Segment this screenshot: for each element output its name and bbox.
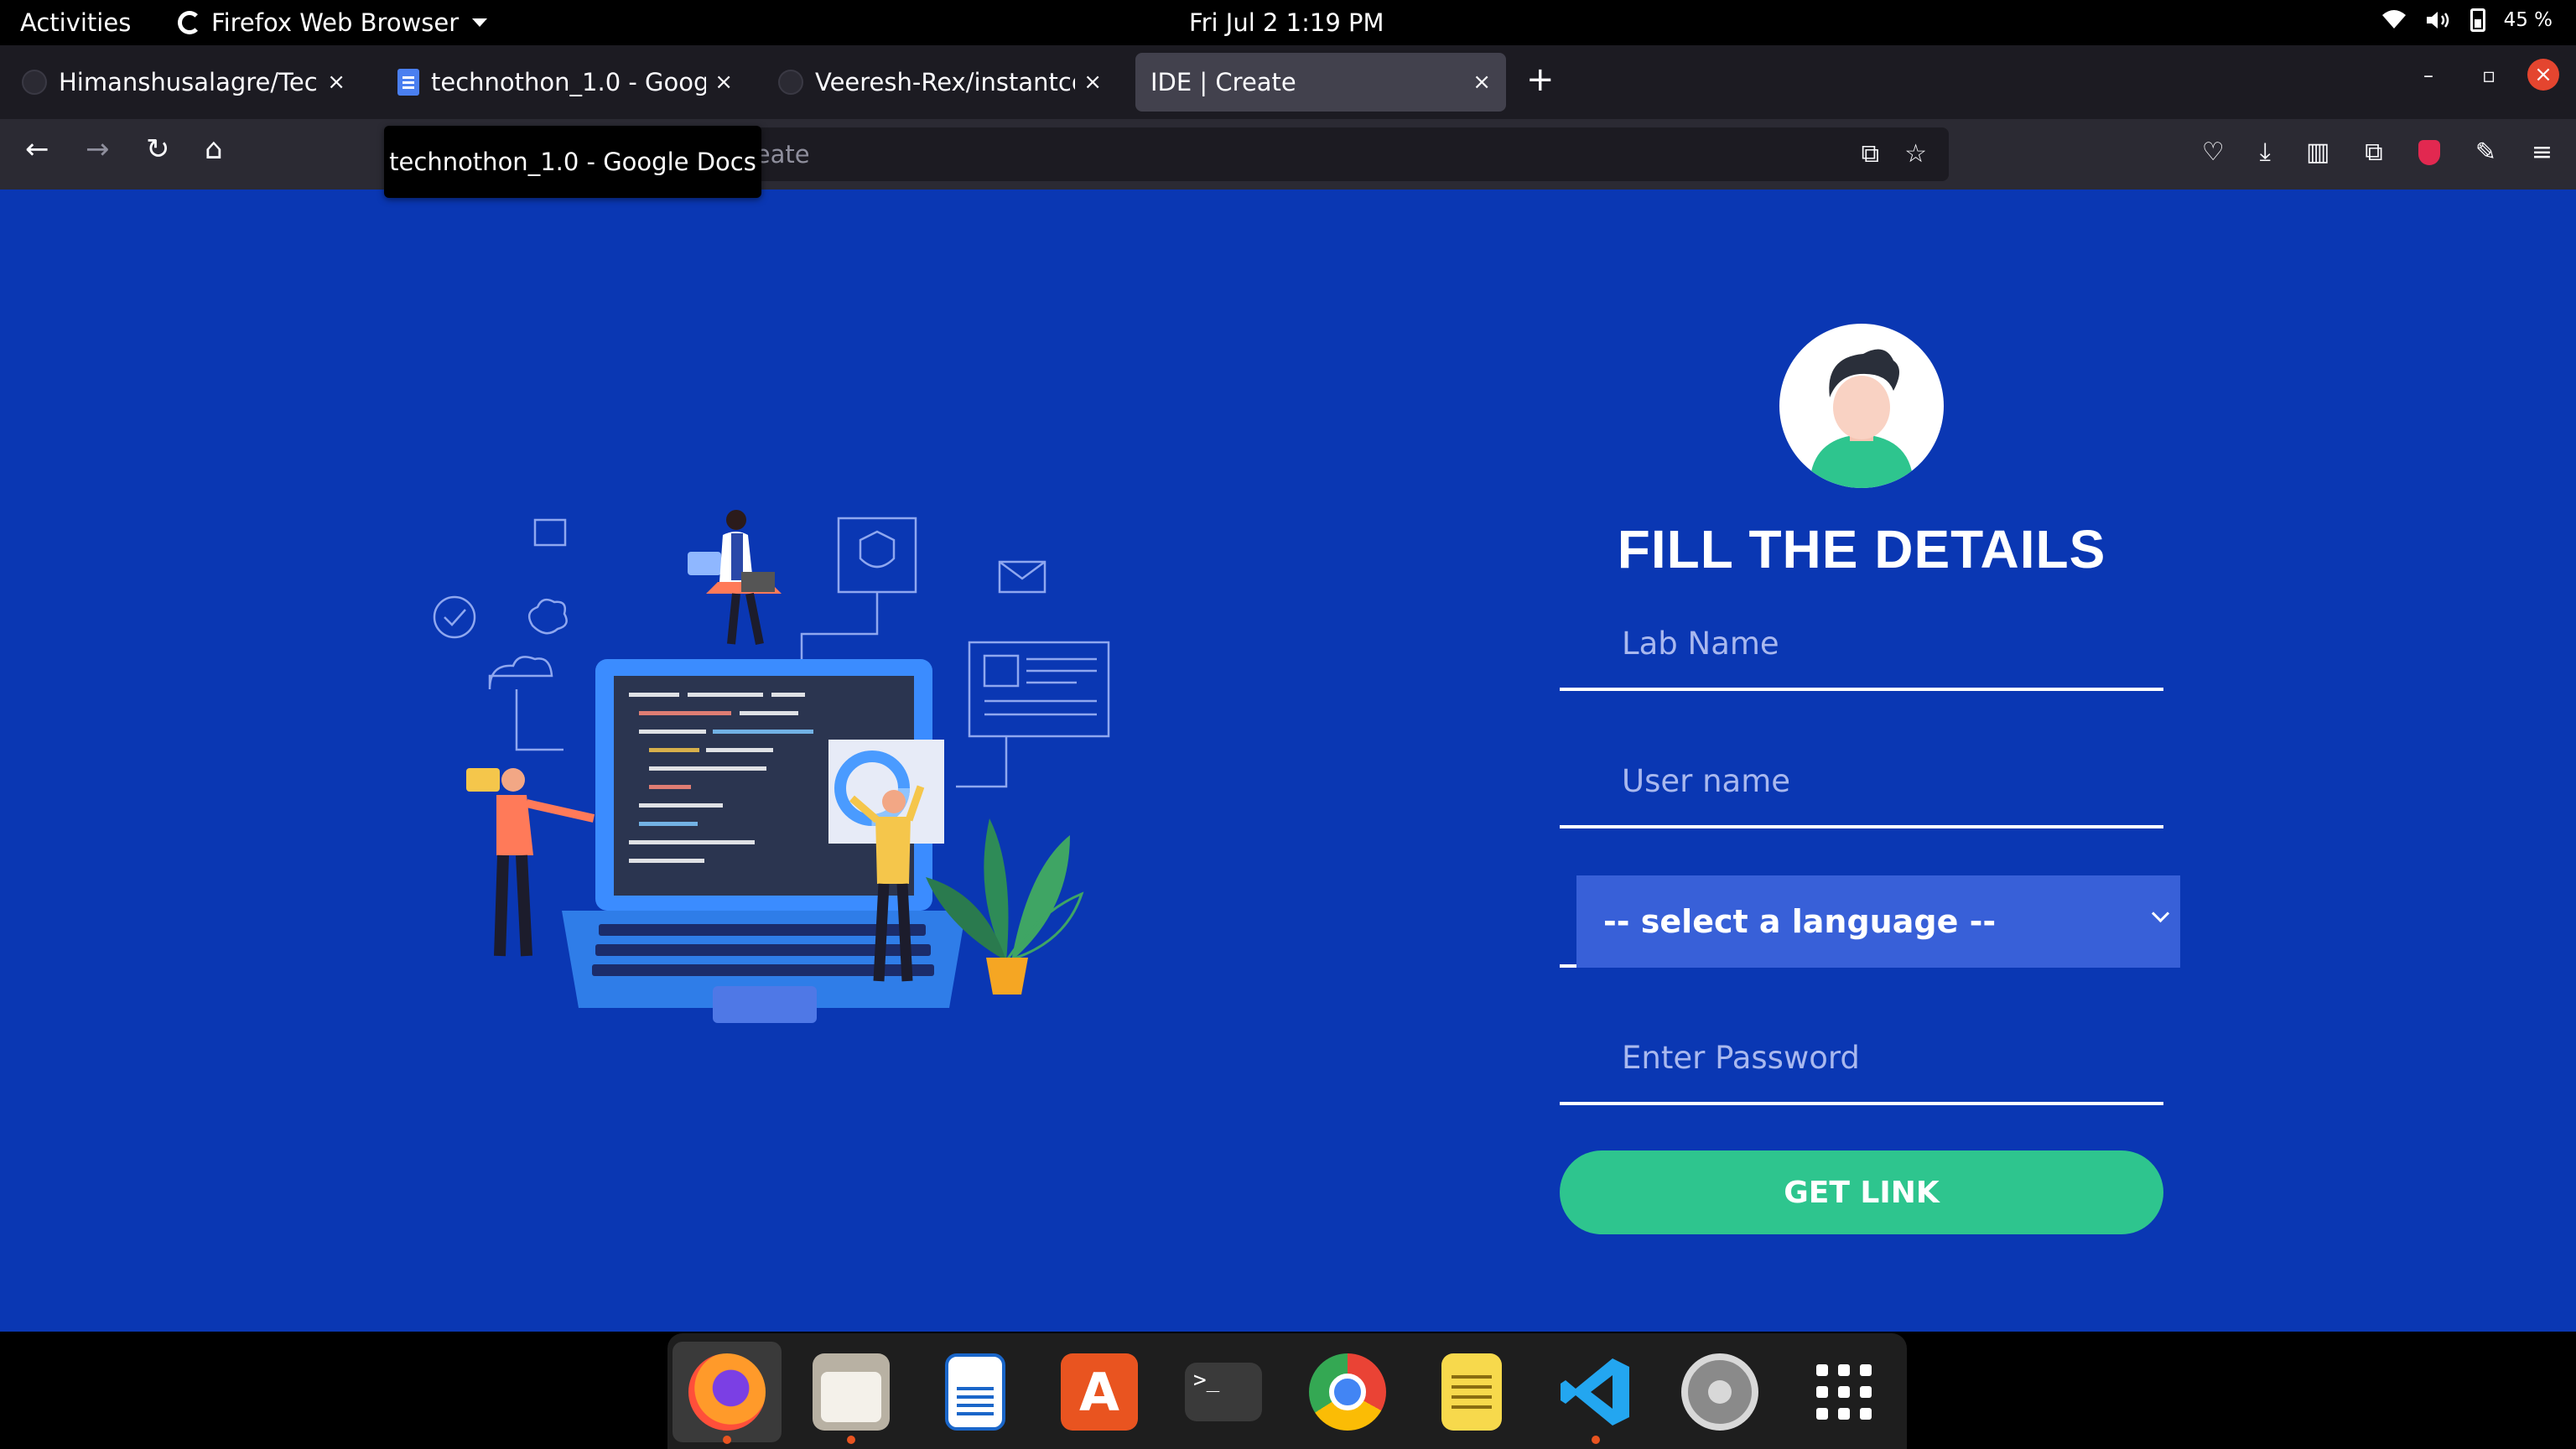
dock-vscode[interactable] (1541, 1342, 1650, 1444)
software-icon: A (1061, 1353, 1138, 1431)
dock-chrome[interactable] (1293, 1342, 1402, 1442)
form-title: FILL THE DETAILS (1617, 519, 2106, 579)
reader-view-icon[interactable]: ▥ (2306, 138, 2329, 167)
tab-title: IDE | Create (1150, 68, 1296, 96)
files-icon (813, 1353, 890, 1431)
vscode-icon (1561, 1358, 1629, 1426)
system-status-menu[interactable]: 45 % (2381, 8, 2553, 32)
page-content: FILL THE DETAILS -- select a language --… (0, 190, 2576, 1332)
dock-software[interactable]: A (1045, 1342, 1154, 1442)
github-icon (778, 70, 803, 95)
dock-notes[interactable] (1417, 1342, 1526, 1442)
tab-google-docs[interactable]: technothon_1.0 - Google × (382, 53, 748, 112)
dock-files[interactable] (797, 1342, 906, 1444)
forward-button[interactable]: → (86, 132, 110, 166)
google-docs-icon (397, 69, 419, 96)
chrome-icon (1309, 1353, 1386, 1431)
notes-icon (1441, 1353, 1502, 1431)
caret-down-icon (472, 18, 488, 27)
tab-strip: Himanshusalagre/Techno × technothon_1.0 … (0, 45, 2576, 119)
app-menu-label: Firefox Web Browser (211, 8, 460, 37)
ublock-shield-icon[interactable] (2418, 139, 2440, 165)
reload-button[interactable]: ↻ (146, 132, 170, 166)
wifi-icon (2381, 10, 2406, 29)
dock: A >_ (667, 1333, 1907, 1449)
hamburger-menu-icon[interactable]: ≡ (2532, 138, 2553, 167)
activities-button[interactable]: Activities (20, 8, 131, 37)
dock-firefox[interactable] (673, 1342, 782, 1444)
bookmark-star-icon[interactable]: ☆ (1904, 139, 1927, 169)
tab-tooltip: technothon_1.0 - Google Docs (384, 126, 761, 198)
battery-icon (2470, 8, 2485, 32)
user-name-input[interactable] (1560, 736, 2163, 825)
lab-name-field (1560, 599, 2163, 691)
firefox-icon (688, 1353, 766, 1431)
running-indicator (1592, 1436, 1600, 1444)
home-button[interactable]: ⌂ (205, 132, 223, 166)
close-tab-icon[interactable]: × (327, 70, 345, 95)
app-menu[interactable]: Firefox Web Browser (178, 8, 488, 37)
running-indicator (847, 1436, 855, 1444)
tab-github-instantcode[interactable]: Veeresh-Rex/instantcode × (763, 53, 1117, 112)
close-tab-icon[interactable]: × (1083, 70, 1102, 95)
app-grid-icon (1816, 1364, 1872, 1420)
close-tab-icon[interactable]: × (714, 70, 733, 95)
chevron-down-icon (2151, 904, 2170, 923)
minimize-button[interactable]: – (2423, 64, 2433, 87)
language-field: -- select a language -- (1560, 875, 2180, 968)
tab-ide-create[interactable]: IDE | Create × (1135, 53, 1506, 112)
tab-title: technothon_1.0 - Google (431, 68, 707, 96)
eyedropper-icon[interactable]: ✎ (2475, 138, 2496, 167)
dock-writer[interactable] (921, 1342, 1030, 1442)
lab-name-input[interactable] (1560, 599, 2163, 688)
language-select[interactable]: -- select a language -- (1576, 875, 2180, 968)
pocket-icon[interactable]: ♡ (2202, 138, 2225, 167)
language-select-value: -- select a language -- (1603, 903, 1997, 940)
get-link-button[interactable]: GET LINK (1560, 1150, 2163, 1234)
dock-settings[interactable] (1665, 1342, 1774, 1442)
tab-title: Himanshusalagre/Techno (59, 68, 319, 96)
dock-bar: A >_ (0, 1332, 2576, 1449)
user-name-field (1560, 736, 2163, 828)
system-top-bar: Activities Firefox Web Browser Fri Jul 2… (0, 0, 2576, 45)
dock-show-apps[interactable] (1789, 1342, 1898, 1442)
close-tab-icon[interactable]: × (1472, 70, 1491, 95)
firefox-small-icon (178, 11, 201, 34)
tab-title: Veeresh-Rex/instantcode (815, 68, 1075, 96)
developer-illustration (433, 510, 1110, 1023)
restore-button[interactable]: ▫ (2482, 64, 2496, 87)
terminal-icon: >_ (1185, 1363, 1262, 1421)
volume-icon (2426, 12, 2449, 29)
back-button[interactable]: ← (25, 132, 49, 166)
writer-icon (945, 1353, 1005, 1431)
password-field (1560, 1013, 2163, 1105)
running-indicator (723, 1436, 731, 1444)
clock[interactable]: Fri Jul 2 1:19 PM (1189, 8, 1384, 37)
dock-terminal[interactable]: >_ (1169, 1342, 1278, 1442)
tab-github-techno[interactable]: Himanshusalagre/Techno × (7, 53, 361, 112)
close-window-button[interactable]: × (2527, 59, 2559, 91)
downloads-icon[interactable]: ⤓ (2260, 138, 2271, 167)
translate-icon[interactable]: ⧉ (1862, 139, 1879, 169)
settings-icon (1681, 1353, 1758, 1431)
github-icon (22, 70, 47, 95)
battery-percent: 45 % (2503, 9, 2553, 31)
extension-icon[interactable]: ⧉ (2365, 138, 2382, 167)
avatar (1779, 324, 1944, 488)
new-tab-button[interactable]: + (1526, 60, 1555, 99)
password-input[interactable] (1560, 1013, 2163, 1102)
